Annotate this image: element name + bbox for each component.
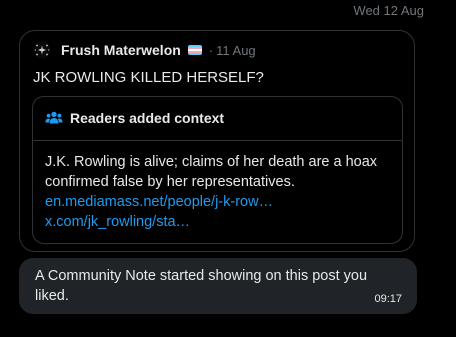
community-note-body: J.K. Rowling is alive; claims of her dea…: [45, 152, 390, 232]
community-note-header: Readers added context: [45, 110, 224, 126]
community-note-title: Readers added context: [70, 110, 225, 126]
people-icon: [45, 111, 63, 125]
source-link-x[interactable]: x.com/jk_rowling/sta…: [45, 212, 390, 232]
community-note-text: J.K. Rowling is alive; claims of her dea…: [45, 154, 378, 190]
message-text: A Community Note started showing on this…: [35, 268, 368, 304]
author-name[interactable]: Frush Materwelon: [61, 42, 181, 58]
date-stamp: Wed 12 Aug: [353, 3, 424, 18]
source-link-mediamass[interactable]: en.mediamass.net/people/j-k-row…: [45, 192, 390, 212]
post-date[interactable]: 11 Aug: [216, 43, 256, 58]
message-timestamp: 09:17: [374, 293, 402, 305]
post-header: Frush Materwelon · 11 Aug: [33, 41, 256, 59]
community-note-card[interactable]: Readers added context J.K. Rowling is al…: [32, 96, 403, 244]
message-bubble[interactable]: A Community Note started showing on this…: [19, 258, 417, 314]
meta-separator: ·: [208, 42, 214, 58]
shared-post-card[interactable]: Frush Materwelon · 11 Aug JK ROWLING KIL…: [19, 30, 415, 252]
post-text: JK ROWLING KILLED HERSELF?: [33, 69, 264, 86]
sparkle-avatar-icon[interactable]: [33, 41, 51, 59]
dm-conversation: Wed 12 Aug Frush Materwelon · 11 Aug JK …: [0, 0, 456, 337]
divider: [33, 140, 402, 141]
trans-flag-icon: [187, 45, 202, 55]
